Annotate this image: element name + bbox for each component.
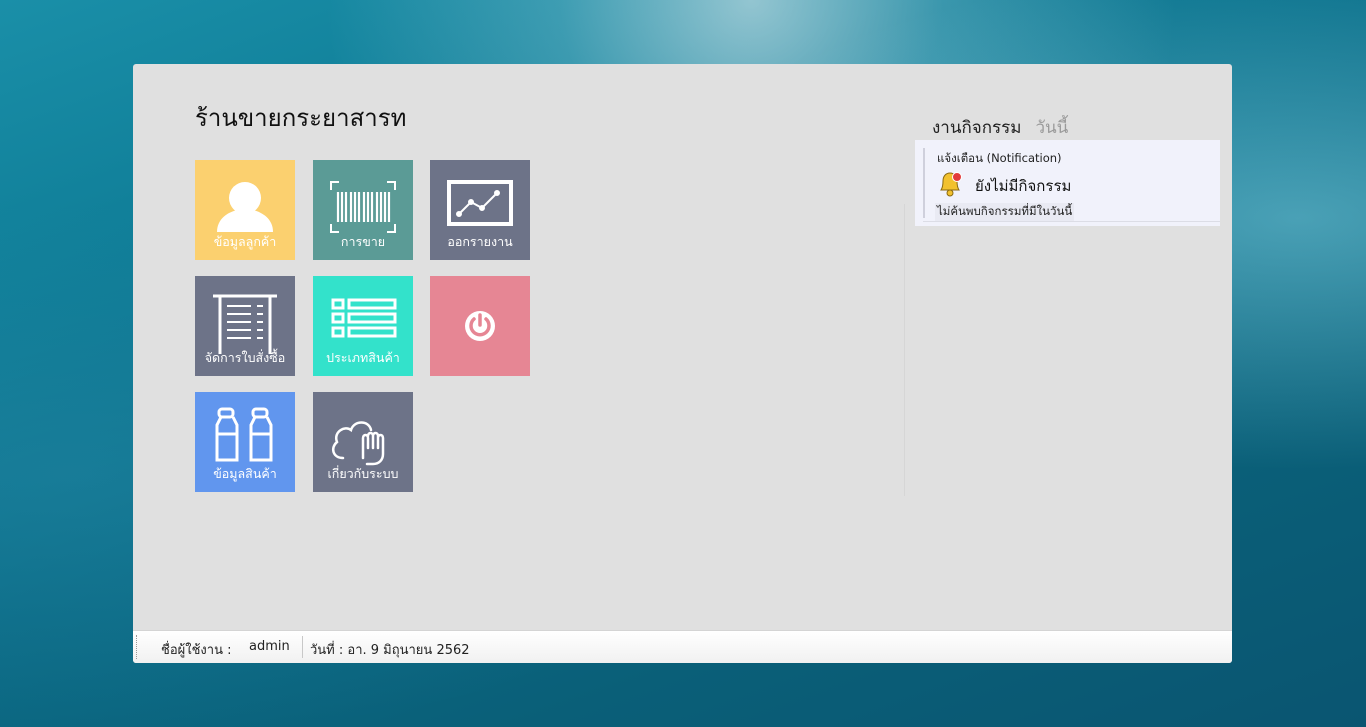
tile-label: ประเภทสินค้า [326,350,400,365]
tile-power[interactable] [430,276,530,376]
status-separator [302,636,303,658]
notification-empty-message: ยังไม่มีกิจกรรม [975,177,1072,195]
tile-label: เกี่ยวกับระบบ [327,466,399,481]
user-value: admin [249,639,290,654]
bell-icon [940,172,962,197]
status-grip [136,635,138,659]
date-display: วันที่ : อา. 9 มิถุนายน 2562 [310,643,470,658]
notification-separator [923,221,1220,222]
power-icon [465,311,495,341]
tile-reports[interactable]: ออกรายงาน [430,160,530,260]
tile-customer-info[interactable]: ข้อมูลลูกค้า [195,160,295,260]
tile-label: จัดการใบสั่งซื้อ [204,350,286,365]
status-bar: ชื่อผู้ใช้งาน : admin วันที่ : อา. 9 มิถ… [133,630,1232,663]
tile-label: ข้อมูลสินค้า [213,466,277,481]
tile-product-info[interactable]: ข้อมูลสินค้า [195,392,295,492]
tile-label: ข้อมูลลูกค้า [213,234,277,249]
notification-heading: แจ้งเตือน (Notification) [937,151,1062,165]
app-window: ร้านขายกระยาสารท ข้อมูลลูกค้า การขาย ออก… [133,64,1232,663]
activity-title: งานกิจกรรม [932,118,1022,138]
activity-header: งานกิจกรรม วันนี้ [932,114,1068,141]
notification-accent-bar [923,148,925,218]
app-title: ร้านขายกระยาสารท [195,104,407,132]
tile-product-categories[interactable]: ประเภทสินค้า [313,276,413,376]
tile-about-system[interactable]: เกี่ยวกับระบบ [313,392,413,492]
tile-label: ออกรายงาน [447,234,513,249]
panel-divider [904,204,905,496]
notification-detail: ไม่ค้นพบกิจกรรมที่มีในวันนี้ [935,203,1075,221]
tile-purchase-orders[interactable]: จัดการใบสั่งซื้อ [195,276,295,376]
notification-panel: แจ้งเตือน (Notification) ยังไม่มีกิจกรรม… [915,140,1220,226]
tile-label: การขาย [340,234,386,249]
tile-sales[interactable]: การขาย [313,160,413,260]
user-label: ชื่อผู้ใช้งาน : [161,643,232,658]
activity-today-tab[interactable]: วันนี้ [1035,118,1068,138]
